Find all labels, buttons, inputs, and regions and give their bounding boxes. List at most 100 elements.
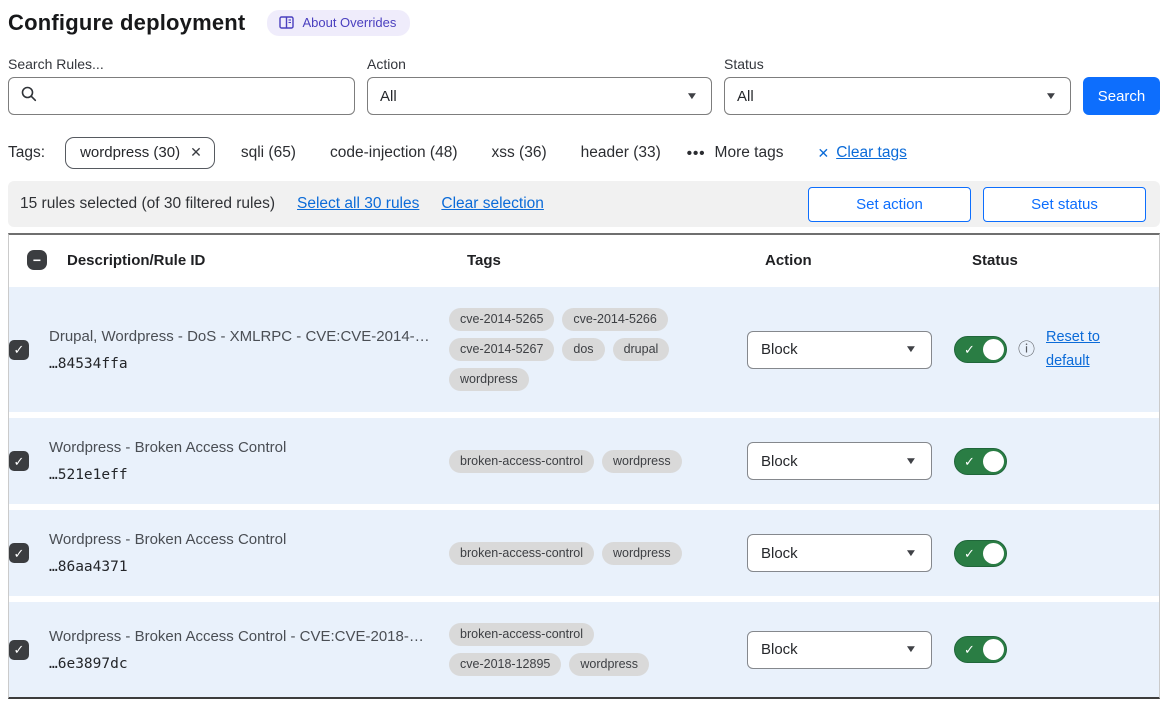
toggle-knob bbox=[983, 543, 1004, 564]
search-input[interactable] bbox=[45, 88, 342, 104]
book-icon bbox=[279, 16, 294, 29]
rule-id: …521e1eff bbox=[49, 467, 449, 483]
tag-pill: broken-access-control bbox=[449, 450, 594, 473]
reset-to-default-link[interactable]: Reset to default bbox=[1046, 326, 1110, 374]
rule-status-cell: ✓ ⓘ Reset to default bbox=[954, 326, 1159, 374]
about-overrides-label: About Overrides bbox=[302, 15, 396, 30]
tag-option[interactable]: xss (36) bbox=[492, 144, 547, 162]
rule-tags: broken-access-controlwordpress bbox=[449, 542, 709, 565]
set-action-button[interactable]: Set action bbox=[808, 187, 971, 222]
table-row: ✓ Wordpress - Broken Access Control …521… bbox=[9, 418, 1159, 504]
rule-action-select[interactable]: Block ▼ bbox=[747, 442, 932, 480]
selection-bar: 15 rules selected (of 30 filtered rules)… bbox=[8, 181, 1160, 227]
set-status-button[interactable]: Set status bbox=[983, 187, 1146, 222]
filter-bar: Search Rules... Action All ▼ Status All … bbox=[8, 56, 1160, 115]
check-icon: ✓ bbox=[964, 547, 975, 560]
ellipsis-icon: ••• bbox=[687, 145, 706, 162]
clear-tags-link[interactable]: ✕ Clear tags bbox=[817, 144, 906, 162]
chevron-down-icon: ▼ bbox=[904, 344, 917, 355]
rule-description-cell: Wordpress - Broken Access Control …521e1… bbox=[49, 439, 449, 483]
rule-status-toggle[interactable]: ✓ bbox=[954, 336, 1007, 363]
table-row: ✓ Drupal, Wordpress - DoS - XMLRPC - CVE… bbox=[9, 287, 1159, 412]
rule-tags: cve-2014-5265 cve-2014-5266 cve-2014-5267 d… bbox=[449, 308, 709, 391]
check-icon: ✓ bbox=[964, 643, 975, 656]
search-field: Search Rules... bbox=[8, 56, 355, 115]
rule-status-toggle[interactable]: ✓ bbox=[954, 540, 1007, 567]
tag-option[interactable]: header (33) bbox=[581, 144, 661, 162]
table-body: ✓ Drupal, Wordpress - DoS - XMLRPC - CVE… bbox=[9, 287, 1159, 697]
tag-pill: drupal bbox=[613, 338, 670, 361]
rule-action-cell: Block ▼ bbox=[747, 631, 954, 669]
action-filter-label: Action bbox=[367, 56, 712, 72]
rule-status-cell: ✓ bbox=[954, 636, 1159, 663]
rule-id: …84534ffa bbox=[49, 356, 449, 372]
rule-status-toggle[interactable]: ✓ bbox=[954, 636, 1007, 663]
row-checkbox[interactable]: ✓ bbox=[9, 640, 29, 660]
tag-pill: broken-access-control bbox=[449, 623, 594, 646]
status-filter-select[interactable]: All ▼ bbox=[724, 77, 1071, 115]
select-all-checkbox[interactable]: − bbox=[27, 250, 47, 270]
status-filter-field: Status All ▼ bbox=[724, 56, 1071, 115]
rule-description: Wordpress - Broken Access Control bbox=[49, 439, 449, 456]
action-filter-select[interactable]: All ▼ bbox=[367, 77, 712, 115]
check-icon: ✓ bbox=[964, 343, 975, 356]
tag-pill: cve-2018-12895 bbox=[449, 653, 561, 676]
select-all-link[interactable]: Select all 30 rules bbox=[297, 195, 419, 213]
column-header-tags: Tags bbox=[467, 252, 765, 269]
more-tags-button[interactable]: ••• More tags bbox=[687, 144, 784, 162]
rule-description-cell: Wordpress - Broken Access Control - CVE:… bbox=[49, 628, 449, 672]
rule-id: …6e3897dc bbox=[49, 656, 449, 672]
rule-action-select[interactable]: Block ▼ bbox=[747, 331, 932, 369]
rule-status-cell: ✓ bbox=[954, 448, 1159, 475]
rule-action-select[interactable]: Block ▼ bbox=[747, 631, 932, 669]
tag-list: sqli (65) code-injection (48) xss (36) head… bbox=[241, 144, 661, 162]
rule-status-toggle[interactable]: ✓ bbox=[954, 448, 1007, 475]
tags-label: Tags: bbox=[8, 144, 45, 162]
rule-action-value: Block bbox=[761, 341, 798, 358]
row-checkbox[interactable]: ✓ bbox=[9, 451, 29, 471]
rule-id: …86aa4371 bbox=[49, 559, 449, 575]
about-overrides-badge[interactable]: About Overrides bbox=[267, 10, 410, 36]
rule-description-cell: Drupal, Wordpress - DoS - XMLRPC - CVE:C… bbox=[49, 328, 449, 372]
table-row: ✓ Wordpress - Broken Access Control - CV… bbox=[9, 602, 1159, 697]
search-icon bbox=[21, 86, 37, 107]
status-filter-value: All bbox=[737, 88, 754, 105]
column-header-status: Status bbox=[972, 252, 1159, 269]
search-button[interactable]: Search bbox=[1083, 77, 1160, 115]
clear-selection-link[interactable]: Clear selection bbox=[441, 195, 544, 213]
rule-action-value: Block bbox=[761, 453, 798, 470]
row-checkbox[interactable]: ✓ bbox=[9, 340, 29, 360]
row-checkbox[interactable]: ✓ bbox=[9, 543, 29, 563]
selection-summary: 15 rules selected (of 30 filtered rules) bbox=[20, 195, 275, 213]
table-row: ✓ Wordpress - Broken Access Control …86a… bbox=[9, 510, 1159, 596]
search-input-box[interactable] bbox=[8, 77, 355, 115]
check-icon: ✓ bbox=[964, 455, 975, 468]
more-tags-label: More tags bbox=[715, 144, 784, 162]
selected-tag-chip[interactable]: wordpress (30) ✕ bbox=[65, 137, 215, 169]
rule-tags: broken-access-control wordpress bbox=[449, 450, 709, 473]
tag-pill: cve-2014-5266 bbox=[562, 308, 667, 331]
page-header: Configure deployment About Overrides bbox=[8, 10, 1160, 36]
chevron-down-icon: ▼ bbox=[685, 91, 698, 102]
rule-action-value: Block bbox=[761, 545, 798, 562]
tag-option[interactable]: sqli (65) bbox=[241, 144, 296, 162]
tag-pill: cve-2014-5265 bbox=[449, 308, 554, 331]
toggle-knob bbox=[983, 639, 1004, 660]
tags-bar: Tags: wordpress (30) ✕ sqli (65) code-inj… bbox=[8, 137, 1160, 169]
rule-action-select[interactable]: Block ▼ bbox=[747, 534, 932, 572]
action-filter-value: All bbox=[380, 88, 397, 105]
tag-pill: cve-2014-5267 bbox=[449, 338, 554, 361]
tag-option[interactable]: code-injection (48) bbox=[330, 144, 458, 162]
rule-action-cell: Block ▼ bbox=[747, 442, 954, 480]
rule-description: Wordpress - Broken Access Control bbox=[49, 531, 449, 548]
column-header-description: Description/Rule ID bbox=[67, 252, 467, 269]
tag-pill: wordpress bbox=[602, 450, 682, 473]
clear-tags-label: Clear tags bbox=[836, 144, 907, 162]
rule-description-cell: Wordpress - Broken Access Control …86aa4… bbox=[49, 531, 449, 575]
info-icon[interactable]: ⓘ bbox=[1018, 341, 1035, 358]
selected-tag-label: wordpress (30) bbox=[80, 144, 180, 161]
close-icon[interactable]: ✕ bbox=[190, 144, 202, 161]
rule-description: Drupal, Wordpress - DoS - XMLRPC - CVE:C… bbox=[49, 328, 449, 345]
status-filter-label: Status bbox=[724, 56, 1071, 72]
page-title: Configure deployment bbox=[8, 10, 245, 36]
